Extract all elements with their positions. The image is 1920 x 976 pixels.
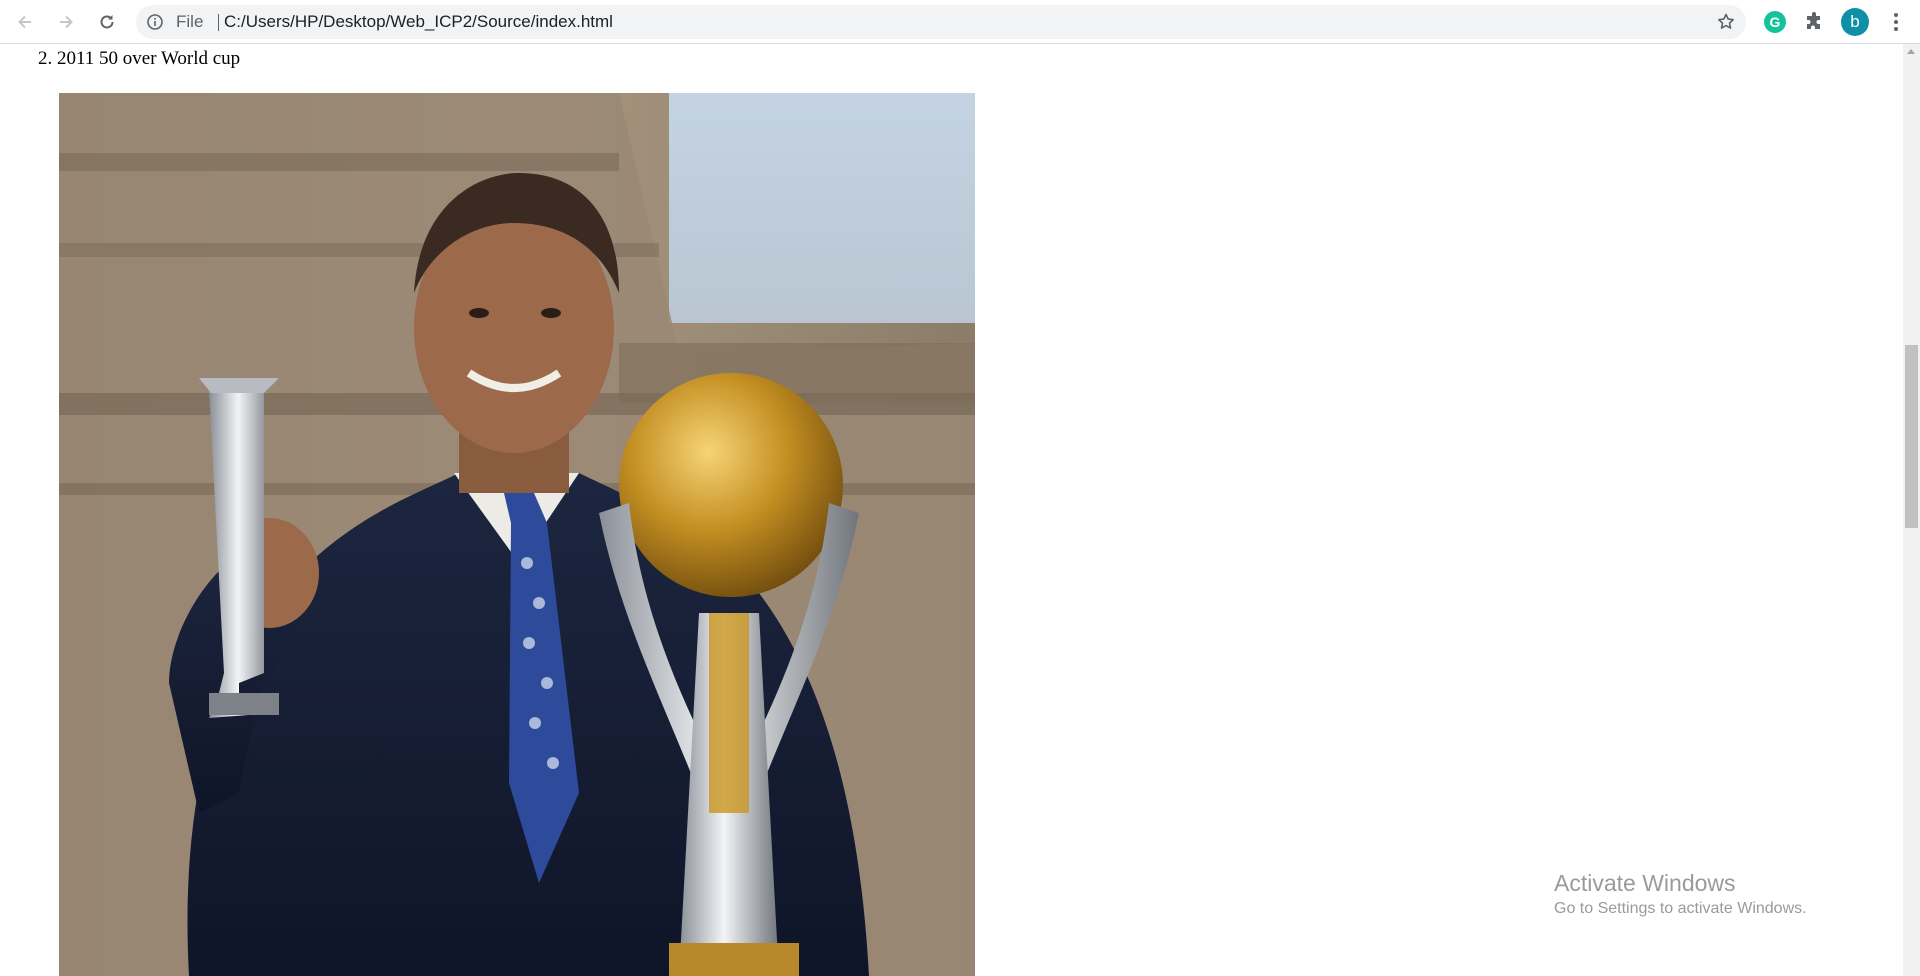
grammarly-icon[interactable]: G (1764, 11, 1786, 33)
url-scheme-label: File (176, 12, 204, 31)
forward-button[interactable] (50, 6, 82, 38)
list-item: 2. 2011 50 over World cup (38, 48, 241, 69)
arrow-right-icon (60, 15, 73, 29)
info-icon[interactable] (146, 13, 164, 31)
reload-button[interactable] (91, 6, 123, 38)
windows-activation-watermark: Activate Windows Go to Settings to activ… (1554, 868, 1807, 920)
star-icon[interactable] (1716, 12, 1736, 32)
puzzle-icon[interactable] (1802, 10, 1826, 34)
page-content: 2. 2011 50 over World cup (0, 44, 1903, 976)
photo (59, 93, 975, 976)
kebab-menu-icon[interactable] (1884, 10, 1908, 34)
scroll-thumb[interactable] (1905, 345, 1918, 528)
url-text[interactable]: C:/Users/HP/Desktop/Web_ICP2/Source/inde… (224, 13, 613, 31)
arrow-left-icon (18, 15, 31, 29)
browser-toolbar: File C:/Users/HP/Desktop/Web_ICP2/Source… (0, 0, 1920, 44)
url-divider (218, 14, 219, 31)
back-button[interactable] (9, 6, 41, 38)
scroll-up-arrow-icon[interactable] (1907, 49, 1915, 54)
scrollbar[interactable] (1903, 44, 1920, 976)
watermark-subtitle: Go to Settings to activate Windows. (1554, 900, 1807, 917)
address-bar[interactable]: File C:/Users/HP/Desktop/Web_ICP2/Source… (136, 5, 1746, 39)
watermark-title: Activate Windows (1554, 870, 1736, 896)
reload-icon (100, 15, 114, 29)
avatar[interactable]: b (1841, 8, 1869, 36)
